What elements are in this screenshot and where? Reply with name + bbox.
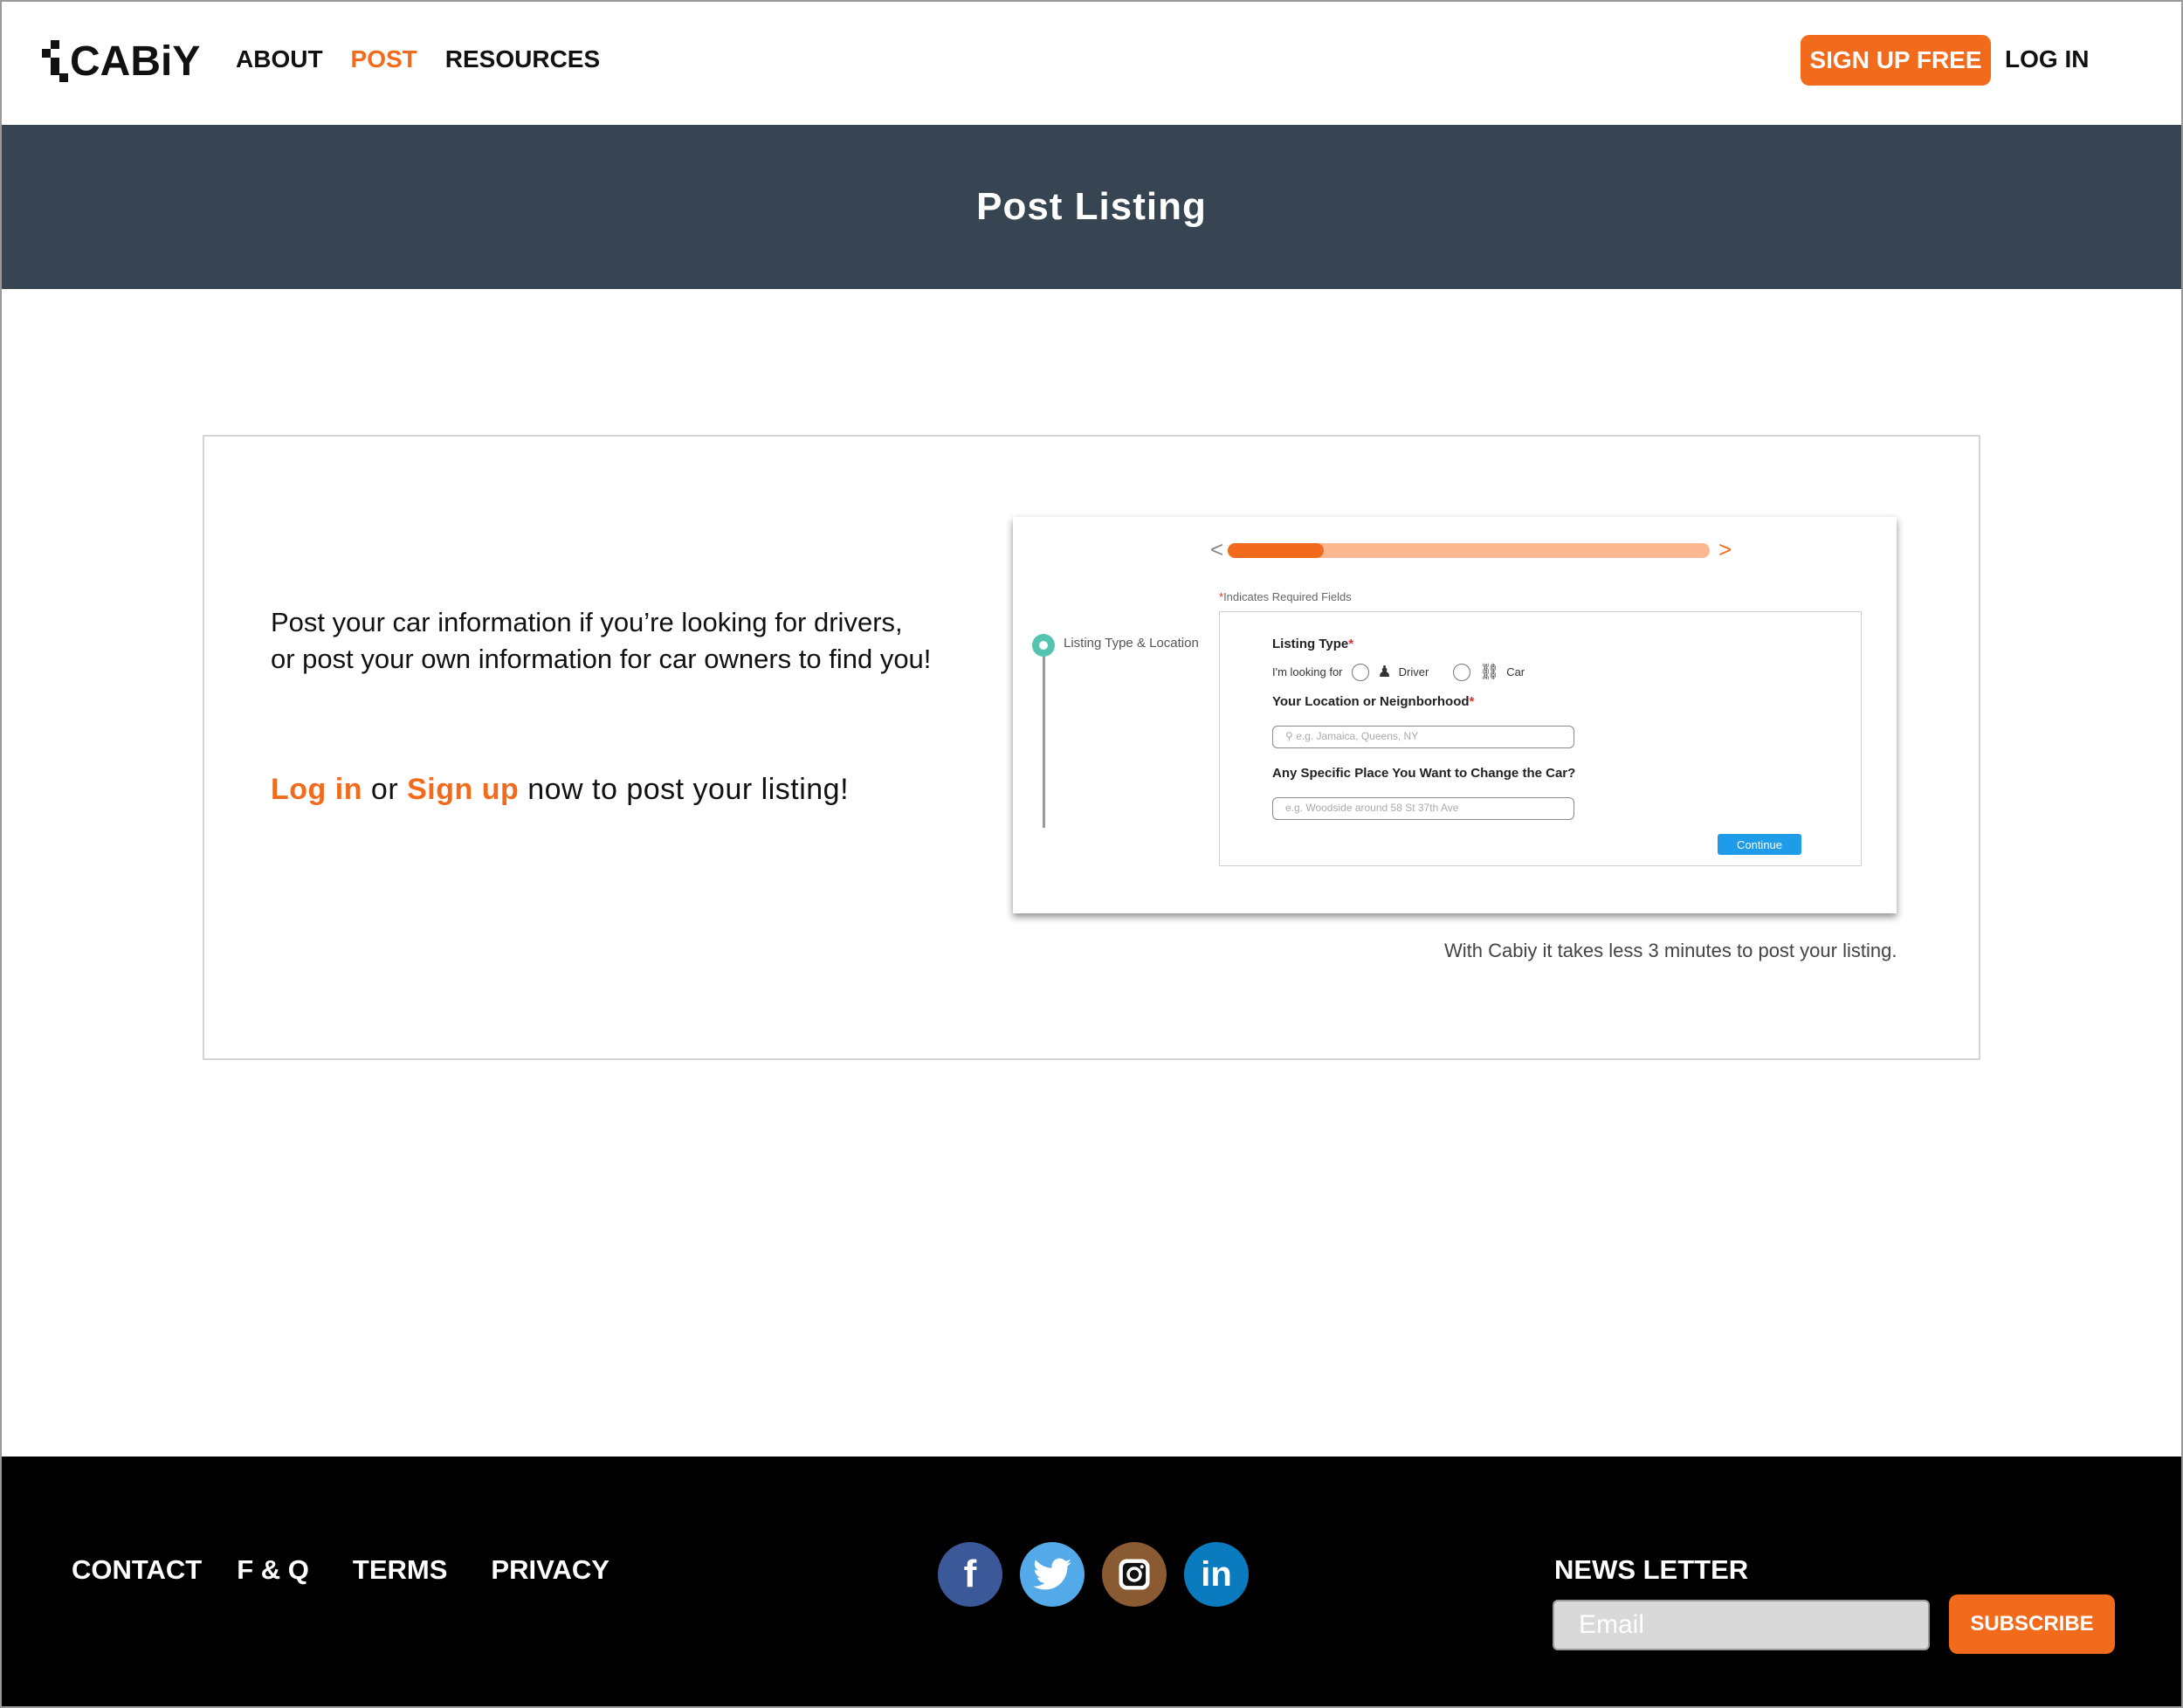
listing-type-options: I'm looking for ♟ Driver ⛓ Car <box>1272 663 1525 681</box>
top-navigation: CABiY ABOUT POST RESOURCES SIGN UP FREE … <box>2 2 2181 125</box>
chevron-left-icon: < <box>1210 536 1224 562</box>
intro-text: Post your car information if you’re look… <box>271 604 969 678</box>
driver-radio <box>1351 663 1369 681</box>
nav-resources[interactable]: RESOURCES <box>445 40 600 79</box>
cta-rest: now to post your listing! <box>527 773 850 806</box>
cta-signup-link[interactable]: Sign up <box>407 773 519 806</box>
log-in-link[interactable]: LOG IN <box>2005 40 2089 79</box>
footer-contact-link[interactable]: CONTACT <box>72 1554 202 1586</box>
newsletter-email-input[interactable]: Email <box>1553 1600 1930 1650</box>
footer: CONTACT F & Q TERMS PRIVACY f in NEWS LE… <box>2 1457 2181 1706</box>
form-preview-image: < > *Indicates Required Fields Listing T… <box>1013 517 1897 913</box>
newsletter-title: NEWS LETTER <box>1554 1554 1749 1585</box>
listing-type-label: Listing Type* <box>1272 637 1354 651</box>
chevron-right-icon: > <box>1718 536 1732 562</box>
nav-about[interactable]: ABOUT <box>236 40 323 79</box>
linkedin-icon[interactable]: in <box>1184 1542 1249 1607</box>
location-label: Your Location or Neignborhood* <box>1272 694 1475 709</box>
post-listing-card: Post your car information if you’re look… <box>203 435 1980 1060</box>
nav-post[interactable]: POST <box>351 40 417 79</box>
page-banner: Post Listing <box>2 125 2181 289</box>
footer-terms-link[interactable]: TERMS <box>353 1554 448 1586</box>
intro-line-2: or post your own information for car own… <box>271 644 932 674</box>
car-radio <box>1453 663 1471 681</box>
twitter-icon[interactable] <box>1020 1542 1085 1607</box>
cabiy-logo[interactable]: CABiY <box>42 38 200 85</box>
facebook-icon[interactable]: f <box>938 1542 1002 1607</box>
intro-line-1: Post your car information if you’re look… <box>271 607 903 637</box>
location-input-preview: ⚲ e.g. Jamaica, Queens, NY <box>1272 726 1574 748</box>
person-icon: ♟ <box>1377 663 1392 680</box>
change-place-label: Any Specific Place You Want to Change th… <box>1272 766 1576 781</box>
cta-login-link[interactable]: Log in <box>271 773 362 806</box>
logo-mark-icon <box>42 40 68 82</box>
footer-links: CONTACT F & Q TERMS PRIVACY <box>72 1554 609 1586</box>
search-icon: ⚲ <box>1285 730 1293 742</box>
driver-option-label: Driver <box>1398 665 1429 678</box>
step-label: Listing Type & Location <box>1064 636 1199 651</box>
preview-form: Listing Type* I'm looking for ♟ Driver ⛓… <box>1219 611 1862 866</box>
footer-privacy-link[interactable]: PRIVACY <box>491 1554 609 1586</box>
instagram-icon[interactable] <box>1102 1542 1167 1607</box>
footer-faq-link[interactable]: F & Q <box>237 1554 309 1586</box>
continue-button-preview: Continue <box>1718 834 1801 855</box>
step-line <box>1043 657 1045 828</box>
preview-caption: With Cabiy it takes less 3 minutes to po… <box>1444 940 1897 961</box>
looking-for-label: I'm looking for <box>1272 665 1343 678</box>
location-pin-icon <box>1032 634 1055 657</box>
car-icon: ⛓ <box>1479 663 1500 680</box>
subscribe-button[interactable]: SUBSCRIBE <box>1949 1594 2115 1654</box>
page-title: Post Listing <box>976 185 1207 228</box>
social-links: f in <box>938 1542 1249 1607</box>
logo-text: CABiY <box>70 38 201 85</box>
required-note: *Indicates Required Fields <box>1219 590 1352 603</box>
main-nav: ABOUT POST RESOURCES <box>236 40 628 79</box>
car-option-label: Car <box>1506 665 1525 678</box>
cta-text: Log in or Sign up now to post your listi… <box>271 773 849 807</box>
change-place-input-preview: e.g. Woodside around 58 St 37th Ave <box>1272 797 1574 820</box>
progress-track <box>1228 543 1710 558</box>
progress-fill <box>1228 543 1325 558</box>
cta-or: or <box>370 773 399 806</box>
sign-up-free-button[interactable]: SIGN UP FREE <box>1801 35 1991 86</box>
